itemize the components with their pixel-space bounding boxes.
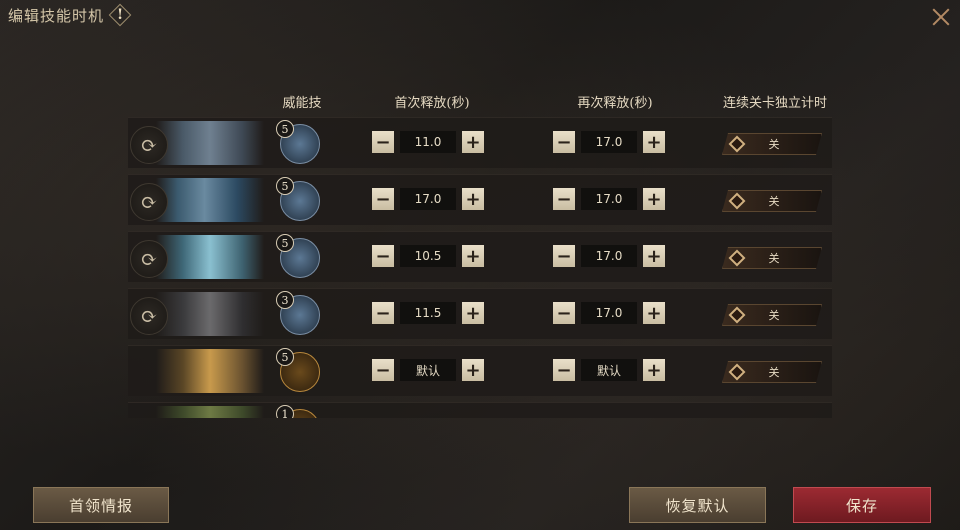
first-release-stepper: − 10.5 + — [372, 245, 484, 267]
hero-portrait — [156, 292, 264, 336]
independent-timer-toggle[interactable]: 关 — [722, 190, 822, 212]
plus-icon[interactable]: + — [643, 359, 665, 381]
toggle-label: 关 — [768, 309, 780, 322]
refresh-icon[interactable]: ⟳ — [130, 240, 168, 278]
save-button[interactable]: 保存 — [793, 487, 931, 523]
second-release-stepper: − 17.0 + — [553, 302, 665, 324]
toggle-label: 关 — [768, 366, 780, 379]
first-release-stepper: − 11.5 + — [372, 302, 484, 324]
independent-timer-toggle[interactable]: 关 — [722, 304, 822, 326]
second-release-value: 17.0 — [581, 245, 637, 267]
minus-icon[interactable]: − — [372, 359, 394, 381]
refresh-icon[interactable]: ⟳ — [130, 126, 168, 164]
second-release-value: 17.0 — [581, 188, 637, 210]
plus-icon[interactable]: + — [462, 359, 484, 381]
header-skill: 威能技 — [282, 96, 322, 111]
refresh-icon[interactable]: ⟳ — [130, 297, 168, 335]
skill-level-badge: 1 — [276, 405, 294, 418]
first-release-value: 10.5 — [400, 245, 456, 267]
plus-icon[interactable]: + — [643, 131, 665, 153]
first-release-value: 默认 — [400, 359, 456, 381]
first-release-stepper: − 11.0 + — [372, 131, 484, 153]
skill-level-badge: 5 — [276, 177, 294, 195]
independent-timer-toggle[interactable]: 关 — [722, 133, 822, 155]
toggle-label: 关 — [768, 138, 780, 151]
second-release-stepper: − 17.0 + — [553, 131, 665, 153]
skill-level-badge: 3 — [276, 291, 294, 309]
minus-icon[interactable]: − — [553, 188, 575, 210]
minus-icon[interactable]: − — [553, 302, 575, 324]
hero-portrait — [156, 406, 264, 418]
second-release-stepper: − 17.0 + — [553, 188, 665, 210]
plus-icon[interactable]: + — [462, 302, 484, 324]
header-independent-timer: 连续关卡独立计时 — [722, 96, 827, 111]
skill-row: ⟳ 5 − 10.5 + − 17.0 + 关 — [128, 231, 832, 282]
plus-icon[interactable]: + — [643, 302, 665, 324]
independent-timer-toggle[interactable]: 关 — [722, 247, 822, 269]
header-first-release: 首次释放(秒) — [394, 96, 470, 111]
minus-icon[interactable]: − — [372, 188, 394, 210]
first-release-value: 17.0 — [400, 188, 456, 210]
boss-info-button[interactable]: 首领情报 — [33, 487, 169, 523]
plus-icon[interactable]: + — [462, 131, 484, 153]
hero-portrait — [156, 178, 264, 222]
second-release-value: 17.0 — [581, 131, 637, 153]
plus-icon[interactable]: + — [462, 188, 484, 210]
exclamation-icon[interactable]: ! — [112, 7, 128, 23]
skill-level-badge: 5 — [276, 120, 294, 138]
hero-portrait — [156, 349, 264, 393]
first-release-value: 11.0 — [400, 131, 456, 153]
independent-timer-toggle[interactable]: 关 — [722, 361, 822, 383]
second-release-value: 默认 — [581, 359, 637, 381]
toggle-label: 关 — [768, 195, 780, 208]
skill-list[interactable]: ⟳ 5 − 11.0 + − 17.0 + 关 ⟳ 5 − 17.0 + − 1 — [128, 113, 832, 418]
window-title: 编辑技能时机 — [8, 6, 105, 25]
plus-icon[interactable]: + — [643, 245, 665, 267]
first-release-stepper: − 默认 + — [372, 359, 484, 381]
second-release-value: 17.0 — [581, 302, 637, 324]
first-release-stepper: − 17.0 + — [372, 188, 484, 210]
refresh-icon[interactable]: ⟳ — [130, 183, 168, 221]
minus-icon[interactable]: − — [553, 245, 575, 267]
minus-icon[interactable]: − — [372, 302, 394, 324]
skill-level-badge: 5 — [276, 234, 294, 252]
minus-icon[interactable]: − — [553, 131, 575, 153]
minus-icon[interactable]: − — [553, 359, 575, 381]
minus-icon[interactable]: − — [372, 131, 394, 153]
hero-portrait — [156, 235, 264, 279]
minus-icon[interactable]: − — [372, 245, 394, 267]
hero-portrait — [156, 121, 264, 165]
title-bar: 编辑技能时机 ! — [0, 0, 200, 30]
plus-icon[interactable]: + — [643, 188, 665, 210]
close-icon[interactable] — [930, 6, 952, 28]
second-release-stepper: − 17.0 + — [553, 245, 665, 267]
plus-icon[interactable]: + — [462, 245, 484, 267]
toggle-label: 关 — [768, 252, 780, 265]
restore-default-button[interactable]: 恢复默认 — [629, 487, 766, 523]
skill-row: 1 — [128, 402, 832, 418]
skill-row: ⟳ 3 − 11.5 + − 17.0 + 关 — [128, 288, 832, 339]
second-release-stepper: − 默认 + — [553, 359, 665, 381]
first-release-value: 11.5 — [400, 302, 456, 324]
header-second-release: 再次释放(秒) — [577, 96, 653, 111]
skill-level-badge: 5 — [276, 348, 294, 366]
skill-row: ⟳ 5 − 11.0 + − 17.0 + 关 — [128, 117, 832, 168]
skill-row: 5 − 默认 + − 默认 + 关 — [128, 345, 832, 396]
skill-row: ⟳ 5 − 17.0 + − 17.0 + 关 — [128, 174, 832, 225]
